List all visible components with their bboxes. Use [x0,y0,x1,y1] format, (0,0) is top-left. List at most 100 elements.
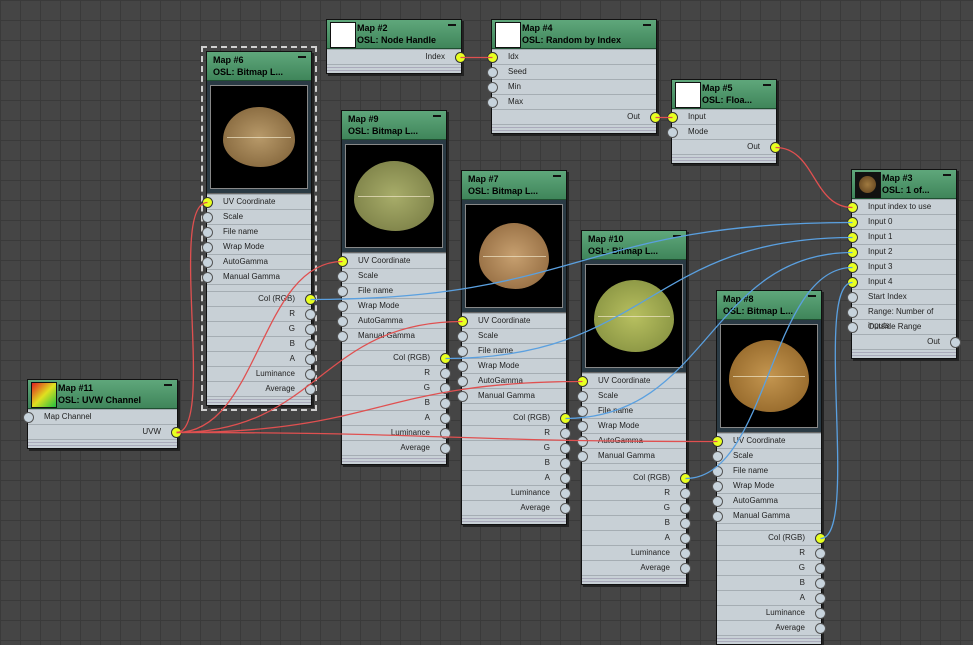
output-socket-r[interactable]: R [582,485,691,500]
output-socket-average[interactable]: Average [462,500,571,515]
input-socket-uv-coordinate[interactable]: UV Coordinate [712,433,821,448]
input-socket-seed[interactable]: Seed [487,64,656,79]
input-socket-autogamma[interactable]: AutoGamma [577,433,686,448]
minimize-icon[interactable] [433,115,441,117]
output-socket-luminance[interactable]: Luminance [207,366,316,381]
input-socket-map-channel[interactable]: Map Channel [23,409,177,424]
output-socket-r[interactable]: R [717,545,826,560]
minimize-icon[interactable] [164,384,172,386]
node-header[interactable]: Map #9 OSL: Bitmap L... [342,111,446,140]
node-header[interactable]: Map #4 OSL: Random by Index [492,20,656,49]
minimize-icon[interactable] [298,56,306,58]
input-socket-manual-gamma[interactable]: Manual Gamma [577,448,686,463]
node-header[interactable]: Map #8 OSL: Bitmap L... [717,291,821,320]
minimize-icon[interactable] [808,295,816,297]
output-socket-b[interactable]: B [717,575,826,590]
minimize-icon[interactable] [448,24,456,26]
node-map-3[interactable]: Map #3 OSL: 1 of... Input index to use I… [847,169,961,359]
output-socket-b[interactable]: B [207,336,316,351]
output-socket-col-rgb[interactable]: Col (RGB) [207,291,316,306]
node-header[interactable]: Map #3 OSL: 1 of... [852,170,956,199]
output-socket-a[interactable]: A [207,351,316,366]
output-socket-r[interactable]: R [207,306,316,321]
input-socket-scale[interactable]: Scale [337,268,446,283]
input-socket-file-name[interactable]: File name [577,403,686,418]
node-header[interactable]: Map #11 OSL: UVW Channel [28,380,177,409]
input-socket-wrap-mode[interactable]: Wrap Mode [457,358,566,373]
output-socket-g[interactable]: G [582,500,691,515]
output-socket-a[interactable]: A [462,470,571,485]
output-socket-out[interactable]: Out [672,139,781,154]
output-socket-r[interactable]: R [462,425,571,440]
output-socket-a[interactable]: A [717,590,826,605]
output-socket-col-rgb[interactable]: Col (RGB) [717,530,826,545]
input-socket-uv-coordinate[interactable]: UV Coordinate [457,313,566,328]
node-map-4[interactable]: Map #4 OSL: Random by Index Idx Seed Min… [487,19,661,134]
input-socket-uv-coordinate[interactable]: UV Coordinate [202,194,311,209]
input-socket-outside-range[interactable]: Outside Range [847,319,956,334]
input-socket-autogamma[interactable]: AutoGamma [202,254,311,269]
node-map-9[interactable]: Map #9 OSL: Bitmap L... UV Coordinate Scale… [337,110,451,465]
output-socket-index[interactable]: Index [327,49,466,64]
input-socket-wrap-mode[interactable]: Wrap Mode [577,418,686,433]
input-socket-uv-coordinate[interactable]: UV Coordinate [337,253,446,268]
node-map-5[interactable]: Map #5 OSL: Floa... Input Mode Out [667,79,781,164]
output-socket-out[interactable]: Out [492,109,661,124]
input-socket-input-4[interactable]: Input 4 [847,274,956,289]
input-socket-wrap-mode[interactable]: Wrap Mode [712,478,821,493]
node-header[interactable]: Map #7 OSL: Bitmap L... [462,171,566,200]
minimize-icon[interactable] [553,175,561,177]
node-map-11[interactable]: Map #11 OSL: UVW Channel Map Channel UVW [23,379,182,449]
output-socket-col-rgb[interactable]: Col (RGB) [582,470,691,485]
input-socket-manual-gamma[interactable]: Manual Gamma [337,328,446,343]
input-socket-mode[interactable]: Mode [667,124,776,139]
output-socket-r[interactable]: R [342,365,451,380]
input-socket-input-3[interactable]: Input 3 [847,259,956,274]
output-socket-a[interactable]: A [342,410,451,425]
input-socket-uv-coordinate[interactable]: UV Coordinate [577,373,686,388]
input-socket-manual-gamma[interactable]: Manual Gamma [712,508,821,523]
input-socket-index-to-use[interactable]: Input index to use [847,199,956,214]
output-socket-g[interactable]: G [207,321,316,336]
input-socket-file-name[interactable]: File name [202,224,311,239]
output-socket-average[interactable]: Average [717,620,826,635]
input-socket-input-1[interactable]: Input 1 [847,229,956,244]
input-socket-autogamma[interactable]: AutoGamma [712,493,821,508]
output-socket-out[interactable]: Out [852,334,961,349]
input-socket-range[interactable]: Range: Number of inputs [847,304,956,330]
input-socket-scale[interactable]: Scale [712,448,821,463]
output-socket-luminance[interactable]: Luminance [582,545,691,560]
input-socket-scale[interactable]: Scale [202,209,311,224]
input-socket-input-0[interactable]: Input 0 [847,214,956,229]
output-socket-col-rgb[interactable]: Col (RGB) [342,350,451,365]
output-socket-b[interactable]: B [582,515,691,530]
input-socket-input[interactable]: Input [667,109,776,124]
input-socket-input-2[interactable]: Input 2 [847,244,956,259]
node-header[interactable]: Map #6 OSL: Bitmap L... [207,52,311,81]
node-map-7[interactable]: Map #7 OSL: Bitmap L... UV Coordinate Scale… [457,170,571,525]
input-socket-autogamma[interactable]: AutoGamma [457,373,566,388]
node-map-6[interactable]: Map #6 OSL: Bitmap L... UV Coordinate Scale… [201,46,317,411]
output-socket-col-rgb[interactable]: Col (RGB) [462,410,571,425]
input-socket-wrap-mode[interactable]: Wrap Mode [202,239,311,254]
output-socket-g[interactable]: G [717,560,826,575]
output-socket-luminance[interactable]: Luminance [717,605,826,620]
input-socket-file-name[interactable]: File name [457,343,566,358]
node-map-2[interactable]: Map #2 OSL: Node Handle Index [326,19,466,74]
input-socket-manual-gamma[interactable]: Manual Gamma [202,269,311,284]
input-socket-scale[interactable]: Scale [457,328,566,343]
input-socket-start-index[interactable]: Start Index [847,289,956,304]
input-socket-wrap-mode[interactable]: Wrap Mode [337,298,446,313]
output-socket-g[interactable]: G [342,380,451,395]
node-map-8[interactable]: Map #8 OSL: Bitmap L... UV Coordinate Scale… [712,290,826,645]
input-socket-idx[interactable]: Idx [487,49,656,64]
input-socket-scale[interactable]: Scale [577,388,686,403]
output-socket-average[interactable]: Average [342,440,451,455]
output-socket-b[interactable]: B [462,455,571,470]
node-header[interactable]: Map #10 OSL: Bitmap L... [582,231,686,260]
input-socket-max[interactable]: Max [487,94,656,109]
socket-dot[interactable] [455,52,466,63]
input-socket-autogamma[interactable]: AutoGamma [337,313,446,328]
minimize-icon[interactable] [943,174,951,176]
minimize-icon[interactable] [643,24,651,26]
